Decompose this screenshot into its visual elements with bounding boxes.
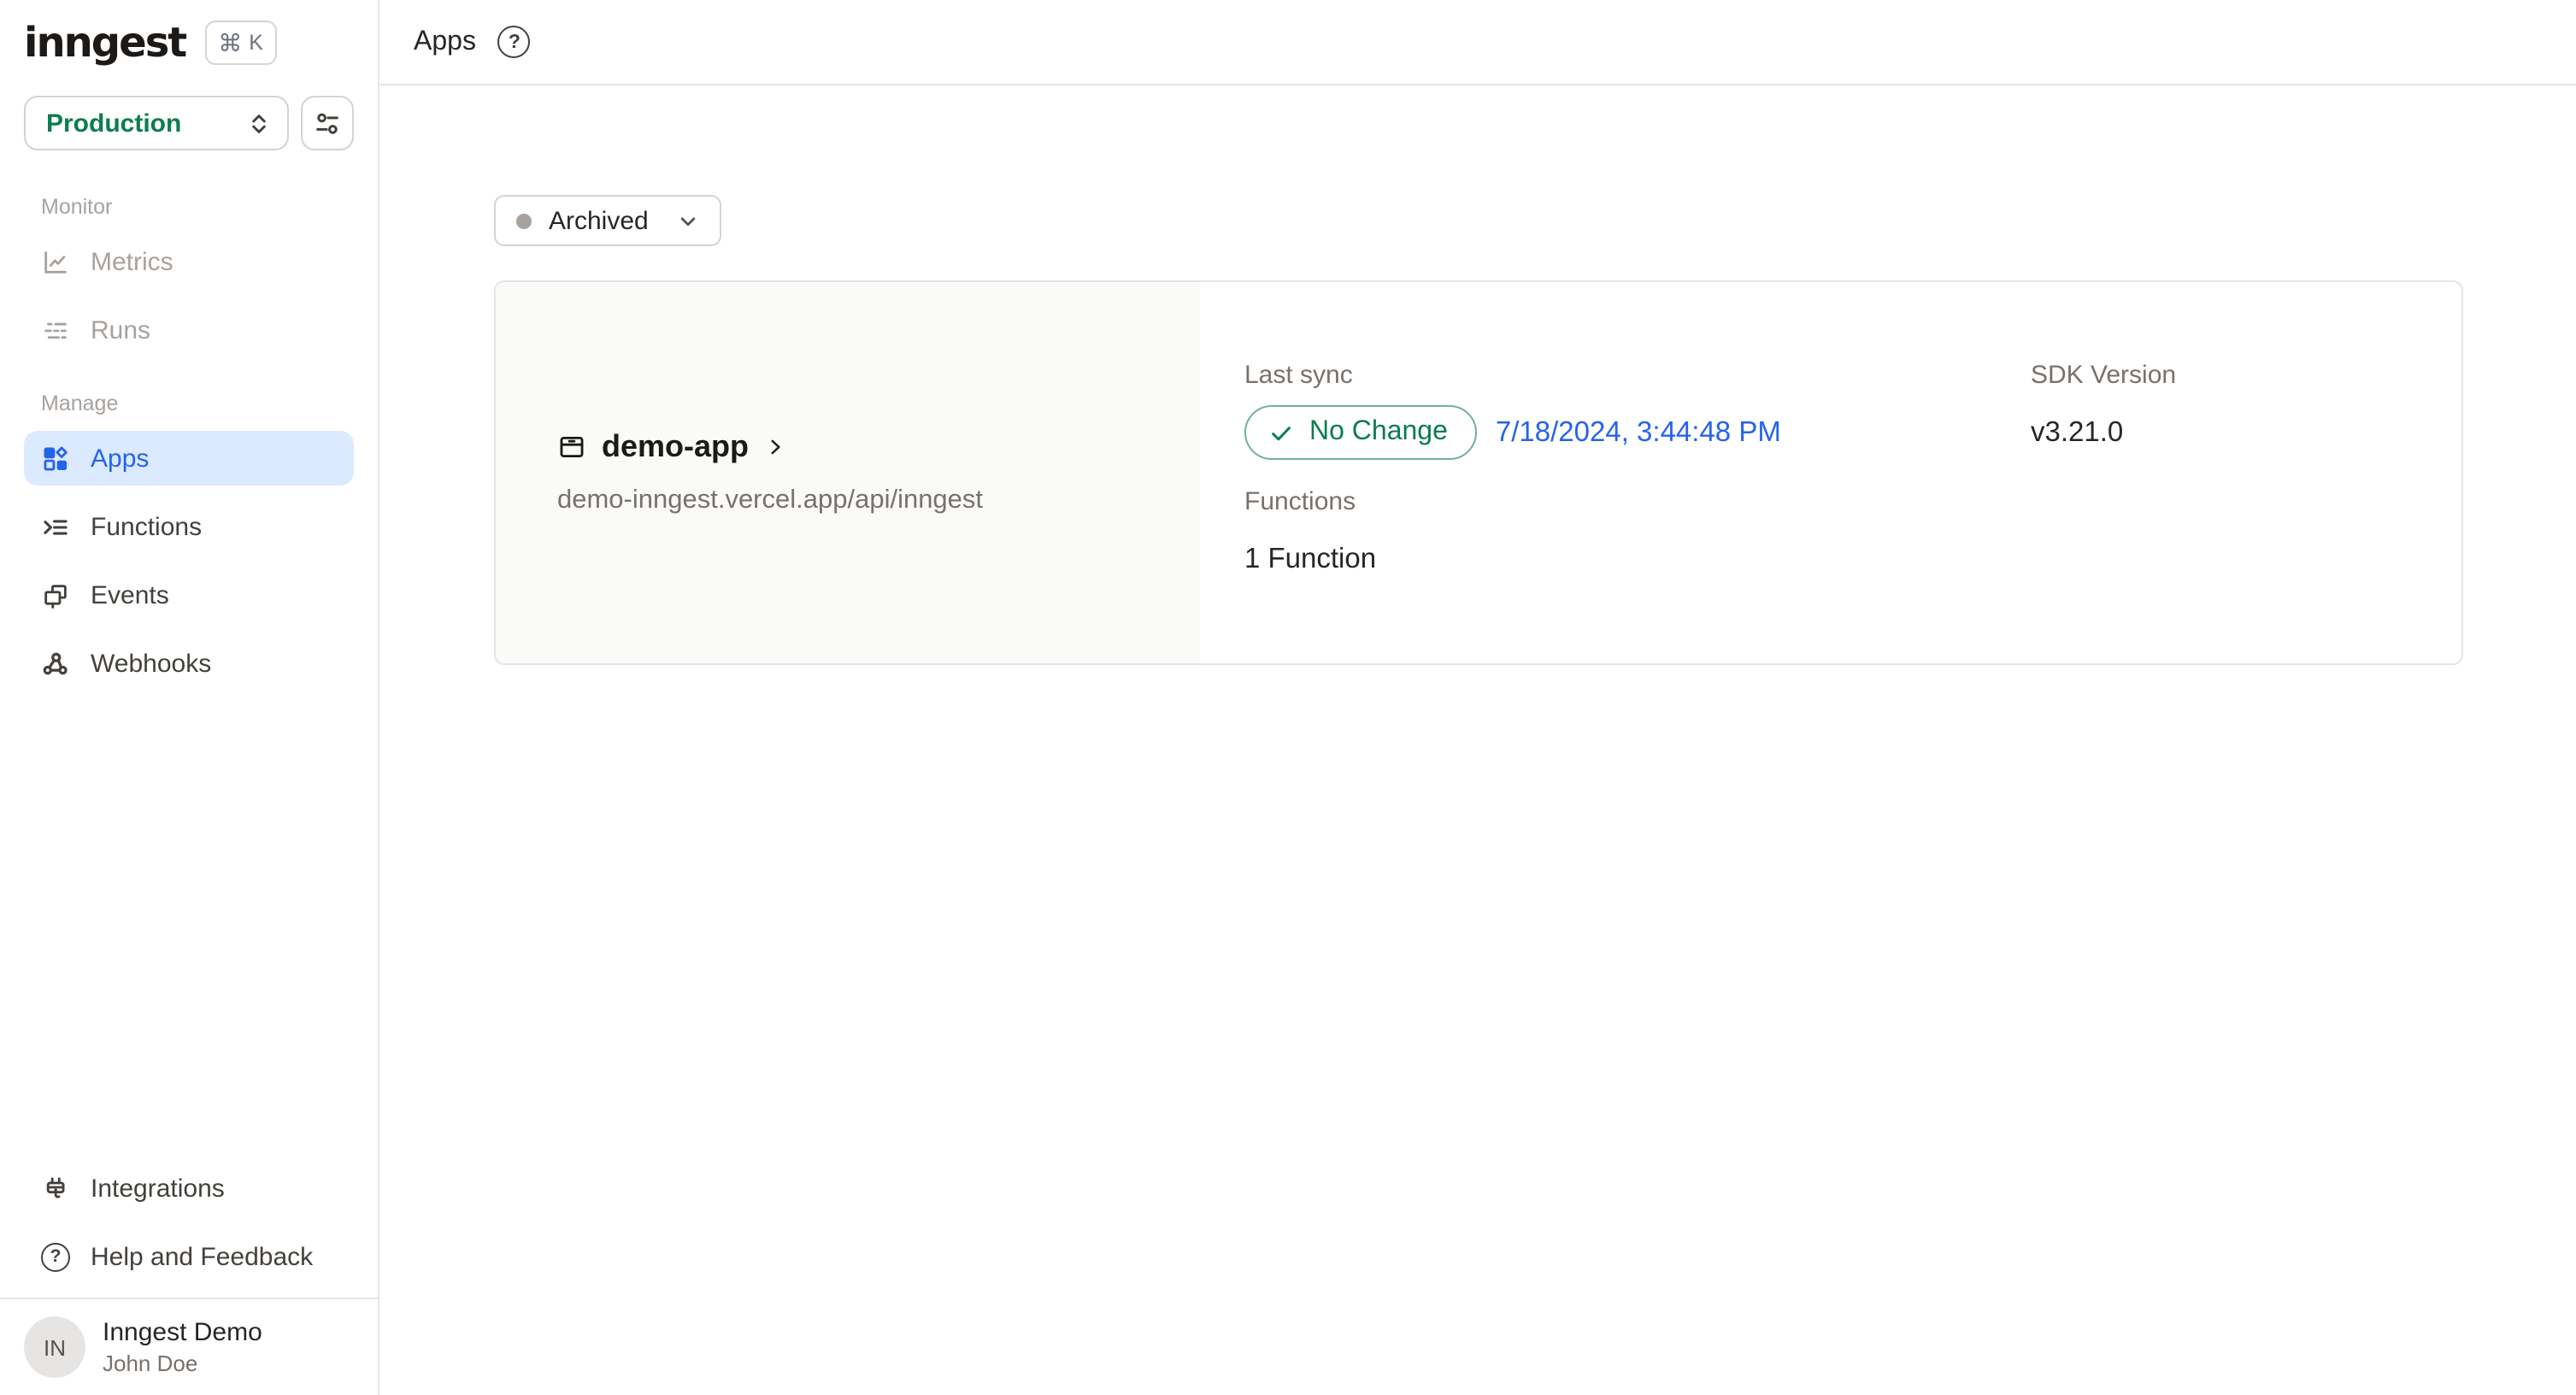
environment-row: Production (0, 85, 378, 150)
sidebar-item-label: Apps (91, 444, 149, 473)
page-header: Apps ? (379, 0, 2576, 85)
chevron-up-down-icon (246, 110, 272, 136)
app-box-icon (557, 433, 586, 462)
functions-label: Functions (1244, 487, 2031, 518)
shortcut-key-label: K (249, 32, 263, 54)
functions-count: 1 Function (1244, 542, 2031, 576)
sync-column: Last sync No Change 7/18/2024, 3:44:48 P… (1244, 361, 2031, 663)
archived-status-dot-icon (516, 213, 532, 228)
help-icon: ? (41, 1242, 70, 1271)
plug-icon (41, 1174, 70, 1203)
metrics-icon (41, 247, 70, 276)
last-sync-label: Last sync (1244, 361, 2031, 391)
webhooks-icon (41, 649, 70, 678)
filter-value: Archived (549, 206, 649, 235)
app-url: demo-inngest.vercel.app/api/inngest (557, 486, 1200, 516)
sidebar-item-label: Runs (91, 315, 150, 344)
apps-icon (41, 444, 70, 473)
environment-settings-button[interactable] (301, 96, 354, 150)
sidebar-item-label: Events (91, 580, 169, 609)
sdk-column: SDK Version v3.21.0 (2031, 361, 2410, 663)
sidebar: inngest ⌘ K Production Monitor (0, 0, 379, 1395)
sidebar-item-integrations[interactable]: Integrations (24, 1161, 354, 1215)
profile-menu[interactable]: IN Inngest Demo John Doe (0, 1298, 378, 1395)
section-label-manage: Manage (24, 391, 354, 417)
app-window: inngest ⌘ K Production Monitor (0, 0, 2576, 1395)
environment-selector[interactable]: Production (24, 96, 289, 150)
sidebar-item-label: Help and Feedback (91, 1242, 313, 1271)
main-area: Apps ? Archived demo-app (379, 0, 2576, 1395)
app-card: demo-app demo-inngest.vercel.app/api/inn… (494, 280, 2463, 665)
profile-org-name: Inngest Demo (103, 1317, 262, 1348)
profile-info: Inngest Demo John Doe (103, 1317, 262, 1377)
sidebar-item-label: Metrics (91, 247, 173, 276)
app-card-summary: demo-app demo-inngest.vercel.app/api/inn… (496, 282, 1200, 663)
chevron-right-icon (764, 436, 786, 458)
sidebar-item-label: Webhooks (91, 649, 211, 678)
page-title: Apps (414, 26, 476, 57)
profile-user-name: John Doe (103, 1350, 262, 1377)
sidebar-item-metrics[interactable]: Metrics (24, 234, 354, 289)
inngest-logo: inngest (24, 19, 185, 67)
sync-status-text: No Change (1309, 417, 1448, 448)
sidebar-item-label: Functions (91, 512, 202, 541)
app-link[interactable]: demo-app (557, 429, 1200, 465)
events-icon (41, 580, 70, 609)
main-content: Archived demo-app de (379, 85, 2576, 665)
sidebar-item-label: Integrations (91, 1174, 225, 1203)
last-sync-timestamp-link[interactable]: 7/18/2024, 3:44:48 PM (1496, 416, 1781, 449)
functions-icon (41, 512, 70, 541)
app-name: demo-app (602, 429, 749, 465)
runs-icon (41, 315, 70, 344)
sidebar-item-events[interactable]: Events (24, 568, 354, 622)
environment-selector-value: Production (46, 109, 181, 138)
sidebar-item-runs[interactable]: Runs (24, 303, 354, 357)
app-card-details: Last sync No Change 7/18/2024, 3:44:48 P… (1200, 282, 2461, 663)
sliders-icon (313, 109, 342, 138)
chevron-down-icon (675, 208, 701, 233)
sdk-version-value: v3.21.0 (2031, 415, 2410, 450)
sidebar-item-functions[interactable]: Functions (24, 499, 354, 554)
section-label-monitor: Monitor (24, 195, 354, 221)
command-icon: ⌘ (218, 31, 242, 55)
sidebar-item-apps[interactable]: Apps (24, 431, 354, 486)
page-help-icon[interactable]: ? (498, 26, 531, 58)
sidebar-nav: Monitor Metrics Runs Manage Apps (0, 150, 378, 704)
logo-row: inngest ⌘ K (0, 0, 378, 85)
sdk-version-label: SDK Version (2031, 361, 2410, 391)
app-status-filter[interactable]: Archived (494, 195, 721, 246)
sidebar-footer: Integrations ? Help and Feedback (0, 1161, 378, 1298)
command-k-shortcut-button[interactable]: ⌘ K (204, 21, 277, 65)
sidebar-item-help-and-feedback[interactable]: ? Help and Feedback (24, 1229, 354, 1284)
check-icon (1268, 420, 1294, 445)
sidebar-item-webhooks[interactable]: Webhooks (24, 636, 354, 691)
last-sync-row: No Change 7/18/2024, 3:44:48 PM (1244, 405, 2031, 460)
sync-status-badge: No Change (1244, 405, 1477, 460)
avatar: IN (24, 1316, 85, 1378)
